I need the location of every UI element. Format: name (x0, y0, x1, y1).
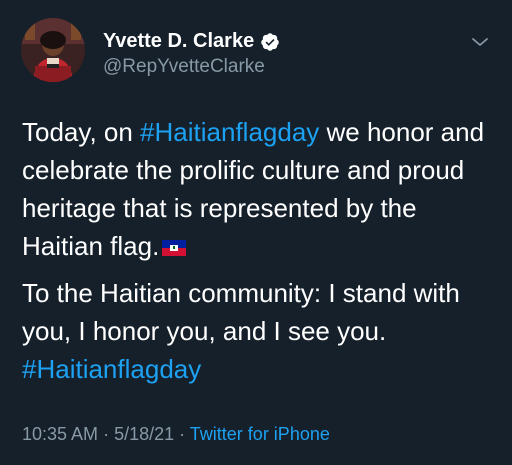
tweet-meta: 10:35 AM · 5/18/21 · Twitter for iPhone (22, 424, 330, 445)
avatar[interactable] (21, 18, 85, 82)
tweet-time[interactable]: 10:35 AM (22, 424, 98, 444)
meta-separator: · (98, 424, 115, 444)
tweet-card: Yvette D. Clarke @RepYvetteClarke Today,… (0, 0, 512, 465)
tweet-paragraph-1: Today, on #Haitianflagday we honor and c… (22, 113, 492, 265)
hashtag-link[interactable]: #Haitianflagday (22, 354, 201, 384)
avatar-photo (21, 18, 85, 82)
chevron-down-icon (472, 38, 488, 46)
tweet-text-segment: To the Haitian community: I stand with y… (22, 278, 460, 346)
tweet-text-segment: Today, on (22, 117, 141, 147)
tweet-text: Today, on #Haitianflagday we honor and c… (22, 113, 492, 388)
hashtag-link[interactable]: #Haitianflagday (140, 117, 319, 147)
tweet-source-link[interactable]: Twitter for iPhone (190, 424, 330, 444)
tweet-paragraph-2: To the Haitian community: I stand with y… (22, 274, 492, 388)
author-handle[interactable]: @RepYvetteClarke (103, 56, 265, 78)
author-display-name-row[interactable]: Yvette D. Clarke (103, 30, 280, 53)
meta-separator: · (174, 424, 190, 444)
more-options-button[interactable] (466, 30, 494, 54)
verified-badge-icon (260, 32, 280, 52)
haiti-flag-icon (162, 228, 187, 256)
author-display-name[interactable]: Yvette D. Clarke (103, 30, 254, 53)
tweet-date[interactable]: 5/18/21 (114, 424, 174, 444)
